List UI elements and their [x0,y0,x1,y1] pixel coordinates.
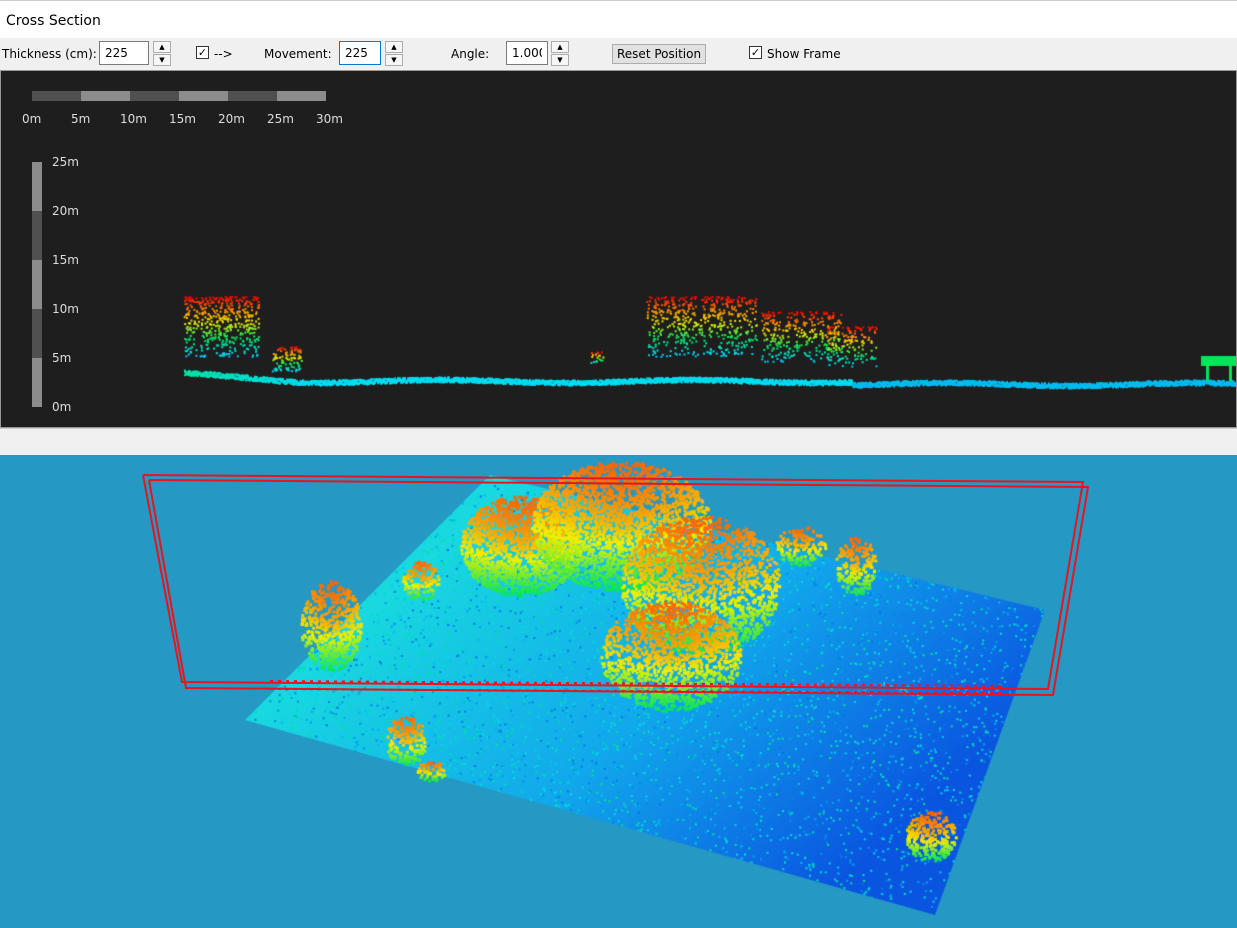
angle-up-button[interactable]: ▲ [551,41,569,53]
v-scale-label: 20m [52,204,79,218]
h-scale-segment [277,91,326,101]
v-scale-label: 0m [52,400,72,414]
movement-spinner[interactable]: ▲ ▼ [385,41,403,67]
3d-view[interactable] [0,455,1237,928]
angle-input[interactable] [506,41,548,65]
h-scale-label: 20m [218,112,245,126]
angle-label: Angle: [451,47,490,61]
h-scale-segment [130,91,179,101]
v-scale-label: 25m [52,155,79,169]
h-scale-label: 25m [267,112,294,126]
movement-up-button[interactable]: ▲ [385,41,403,53]
show-frame-checkbox[interactable]: ✓ [749,46,762,59]
h-scale-label: 0m [22,112,42,126]
h-scale-label: 10m [120,112,147,126]
movement-input[interactable] [339,41,381,65]
h-scale-segment [228,91,277,101]
toolbar: Thickness (cm): ▲ ▼ ✓ --> Movement: ▲ ▼ … [0,38,1237,70]
section-frame [142,474,1090,697]
direction-checkbox[interactable]: ✓ [196,46,209,59]
movement-down-button[interactable]: ▼ [385,54,403,66]
title-bar: Cross Section [0,0,1237,39]
h-scale-label: 15m [169,112,196,126]
v-scale-label: 10m [52,302,79,316]
direction-label: --> [214,47,233,61]
v-scale-segment [32,358,42,407]
h-scale-segment [81,91,130,101]
frame-front [148,479,1090,697]
h-scale-segment [179,91,228,101]
v-scale-label: 15m [52,253,79,267]
status-strip [0,428,1237,456]
h-scale-label: 5m [71,112,91,126]
thickness-input[interactable] [99,41,149,65]
cross-section-view[interactable]: 0m 5m 10m 15m 20m 25m 30m 25m 20m 15m 10m 5m 0m [0,70,1237,428]
angle-down-button[interactable]: ▼ [551,54,569,66]
thickness-up-button[interactable]: ▲ [153,41,171,53]
movement-label: Movement: [264,47,332,61]
v-scale-label: 5m [52,351,72,365]
window-title: Cross Section [6,13,101,29]
h-scale-segment [32,91,81,101]
v-scale-segment [32,162,42,211]
frame-back [142,474,1085,691]
v-scale-segment [32,309,42,358]
angle-spinner[interactable]: ▲ ▼ [551,41,569,67]
thickness-down-button[interactable]: ▼ [153,54,171,66]
h-scale-label: 30m [316,112,343,126]
v-scale-segment [32,260,42,309]
v-scale-segment [32,211,42,260]
thickness-label: Thickness (cm): [2,47,97,61]
show-frame-label: Show Frame [767,47,841,61]
reset-position-button[interactable]: Reset Position [612,44,707,64]
thickness-spinner[interactable]: ▲ ▼ [153,41,171,67]
